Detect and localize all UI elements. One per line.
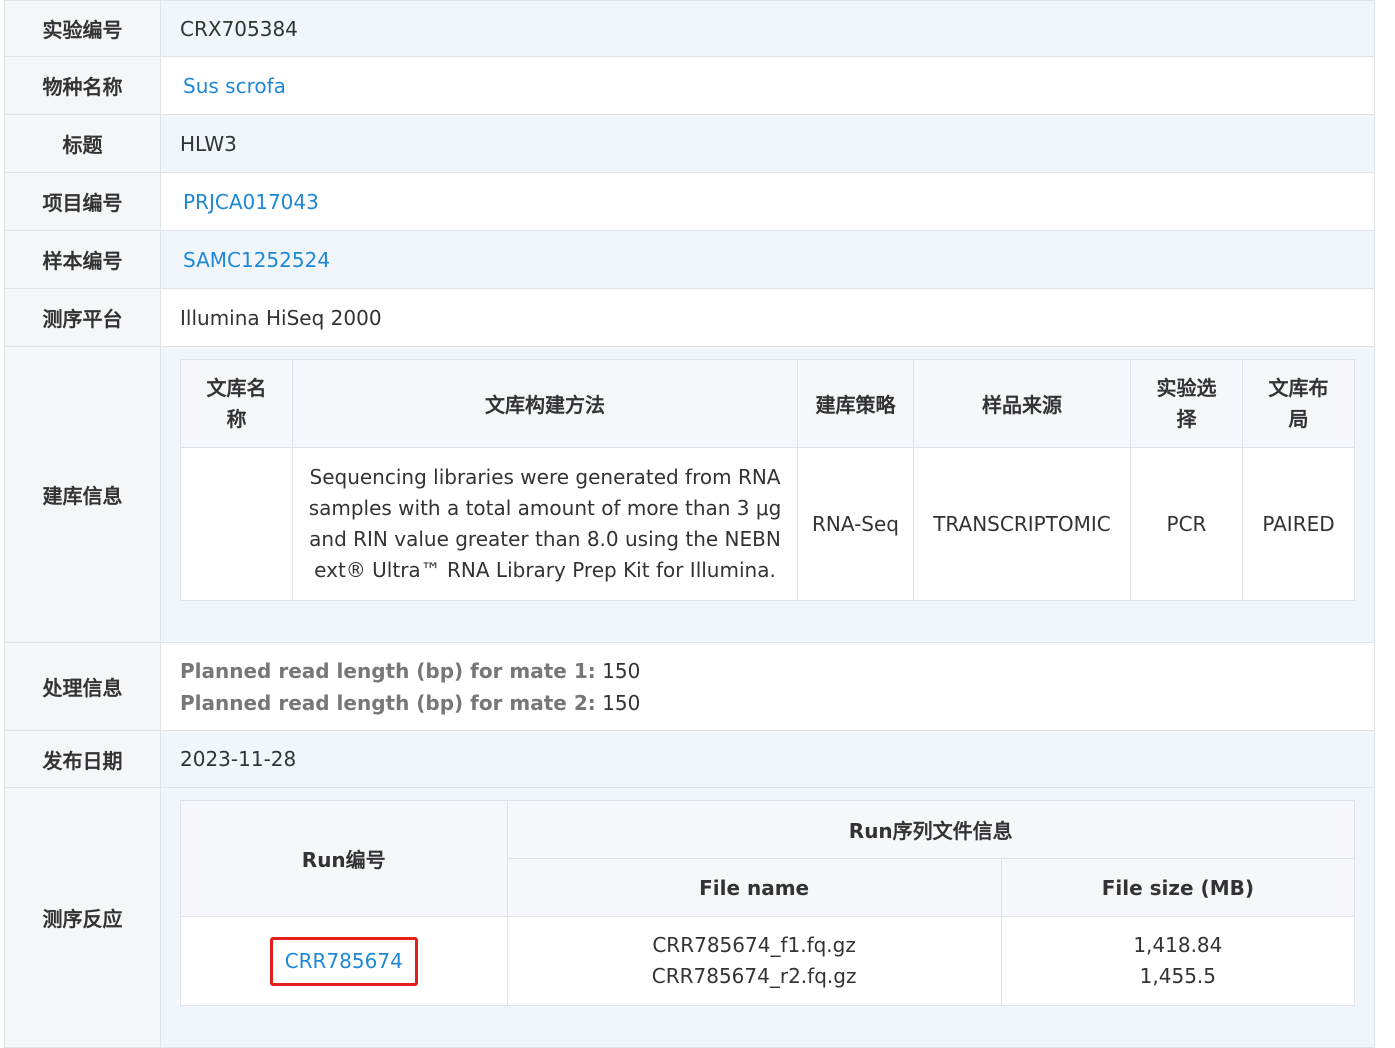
mate2-line: Planned read length (bp) for mate 2: 150 (180, 687, 1374, 719)
cell-project-id: PRJCA017043 (160, 172, 1375, 231)
label-platform: 测序平台 (4, 288, 161, 347)
library-header-selection: 实验选择 (1130, 359, 1243, 448)
library-data-row: Sequencing libraries were generated from… (180, 447, 1355, 601)
run-file-names-cell: CRR785674_f1.fq.gz CRR785674_r2.fq.gz (506, 916, 1002, 1006)
runs-header-file-info: Run序列文件信息 (506, 800, 1355, 859)
value-title: HLW3 (160, 114, 1375, 173)
file1-size: 1,418.84 (1133, 933, 1223, 957)
library-layout-cell: PAIRED (1242, 447, 1355, 601)
run-id-highlight: CRR785674 (269, 936, 418, 986)
run-data-row: CRR785674 CRR785674_f1.fq.gz CRR785674_r… (180, 916, 1356, 1006)
runs-header-row-1: Run编号 Run序列文件信息 (180, 800, 1355, 917)
row-library-info: 建库信息 文库名称 文库构建方法 建库策略 样品来源 实验选择 文库布局 Seq… (4, 346, 1375, 643)
sample-link[interactable]: SAMC1252524 (180, 248, 330, 272)
run-id-link[interactable]: CRR785674 (285, 949, 403, 973)
label-processing-info: 处理信息 (4, 642, 161, 731)
mate1-value: 150 (602, 658, 641, 683)
library-header-source: 样品来源 (913, 359, 1131, 448)
runs-header-file-name: File name (506, 858, 1002, 917)
label-release-date: 发布日期 (4, 730, 161, 788)
library-source-cell: TRANSCRIPTOMIC (913, 447, 1131, 601)
cell-sample-id: SAMC1252524 (160, 230, 1375, 289)
library-header-row: 文库名称 文库构建方法 建库策略 样品来源 实验选择 文库布局 (180, 359, 1355, 448)
file2-size: 1,455.5 (1139, 964, 1217, 988)
value-platform: Illumina HiSeq 2000 (160, 288, 1375, 347)
label-sample-id: 样本编号 (4, 230, 161, 289)
mate1-label: Planned read length (bp) for mate 1: (180, 658, 596, 683)
library-selection-cell: PCR (1130, 447, 1243, 601)
mate2-value: 150 (602, 690, 641, 715)
library-header-layout: 文库布局 (1242, 359, 1355, 448)
runs-header-file-size: File size (MB) (1000, 858, 1356, 917)
label-project-id: 项目编号 (4, 172, 161, 231)
run-id-cell: CRR785674 (180, 916, 508, 1006)
value-release-date: 2023-11-28 (160, 730, 1375, 788)
library-table: 文库名称 文库构建方法 建库策略 样品来源 实验选择 文库布局 Sequenci… (180, 359, 1355, 601)
library-header-strategy: 建库策略 (797, 359, 914, 448)
mate2-label: Planned read length (bp) for mate 2: (180, 690, 596, 715)
row-title: 标题 HLW3 (4, 114, 1375, 173)
run-file-sizes-cell: 1,418.84 1,455.5 (1000, 916, 1356, 1006)
label-title: 标题 (4, 114, 161, 173)
label-experiment-id: 实验编号 (4, 0, 161, 57)
file1-name: CRR785674_f1.fq.gz (652, 933, 856, 957)
label-species: 物种名称 (4, 56, 161, 115)
species-link[interactable]: Sus scrofa (180, 74, 286, 98)
runs-table: Run编号 Run序列文件信息 File name File size (MB)… (180, 800, 1356, 1006)
cell-processing-info: Planned read length (bp) for mate 1: 150… (160, 642, 1375, 731)
library-method-cell: Sequencing libraries were generated from… (292, 447, 798, 601)
runs-header-run-id: Run编号 (180, 800, 508, 917)
label-sequencing-runs: 测序反应 (4, 787, 161, 1048)
row-processing-info: 处理信息 Planned read length (bp) for mate 1… (4, 642, 1375, 731)
cell-library-info: 文库名称 文库构建方法 建库策略 样品来源 实验选择 文库布局 Sequenci… (160, 346, 1375, 643)
mate1-line: Planned read length (bp) for mate 1: 150 (180, 655, 1374, 687)
value-experiment-id: CRX705384 (160, 0, 1375, 57)
row-experiment-id: 实验编号 CRX705384 (4, 0, 1375, 57)
row-release-date: 发布日期 2023-11-28 (4, 730, 1375, 788)
row-species: 物种名称 Sus scrofa (4, 56, 1375, 115)
cell-sequencing-runs: Run编号 Run序列文件信息 File name File size (MB)… (160, 787, 1375, 1048)
row-project-id: 项目编号 PRJCA017043 (4, 172, 1375, 231)
row-platform: 测序平台 Illumina HiSeq 2000 (4, 288, 1375, 347)
experiment-detail-table: 实验编号 CRX705384 物种名称 Sus scrofa 标题 HLW3 项… (4, 0, 1375, 1048)
project-link[interactable]: PRJCA017043 (180, 190, 319, 214)
row-sequencing-runs: 测序反应 Run编号 Run序列文件信息 File name File size… (4, 787, 1375, 1048)
library-header-method: 文库构建方法 (292, 359, 798, 448)
file2-name: CRR785674_r2.fq.gz (651, 964, 857, 988)
cell-species: Sus scrofa (160, 56, 1375, 115)
label-library-info: 建库信息 (4, 346, 161, 643)
library-strategy-cell: RNA-Seq (797, 447, 914, 601)
library-name-cell (180, 447, 293, 601)
row-sample-id: 样本编号 SAMC1252524 (4, 230, 1375, 289)
library-header-name: 文库名称 (180, 359, 293, 448)
